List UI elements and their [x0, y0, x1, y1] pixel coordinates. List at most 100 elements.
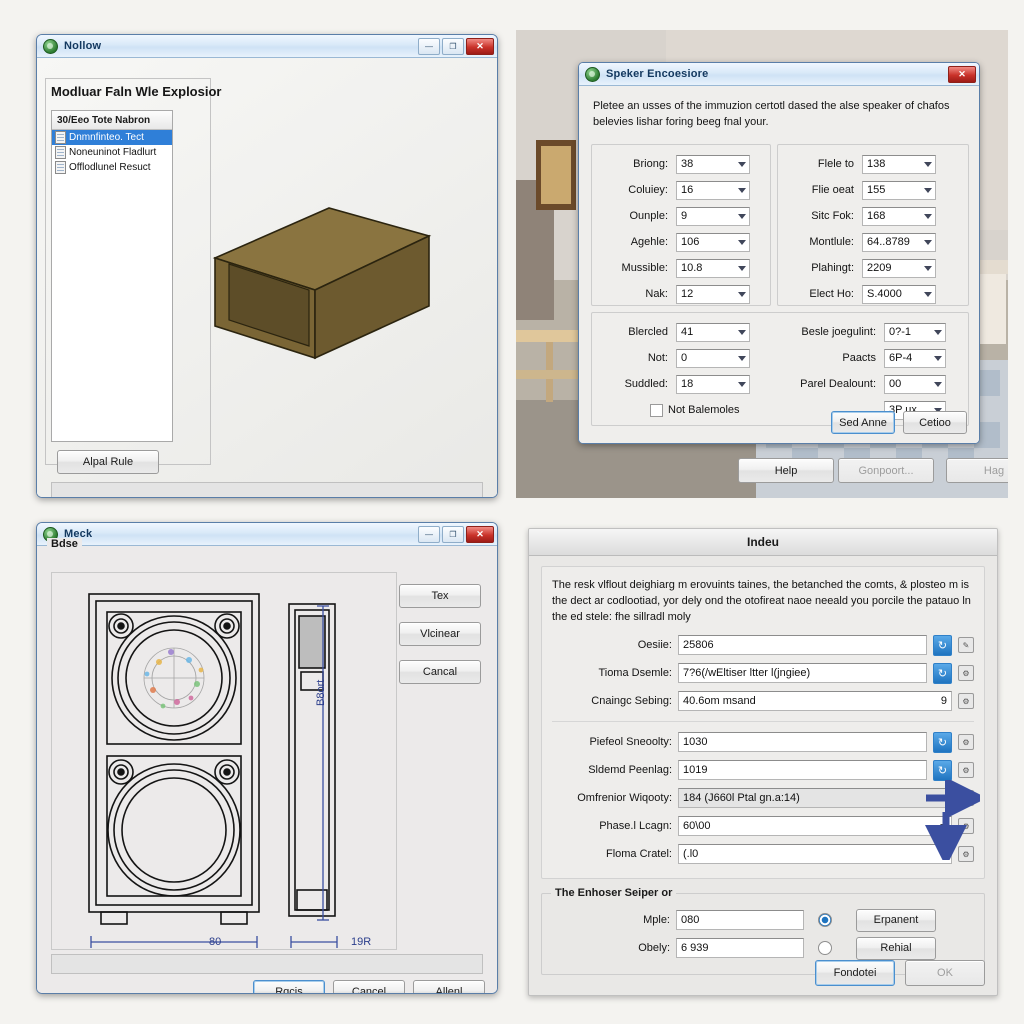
property-dropdown[interactable]: 184 (J660l Ptal gn.a:14) [678, 788, 952, 808]
cancel-side-button[interactable]: Cancal [399, 660, 481, 684]
refresh-icon[interactable]: ↻ [933, 634, 952, 656]
radio-label: Obely: [638, 942, 670, 954]
param-combo[interactable]: 9 [676, 206, 750, 226]
param-value: 0 [681, 352, 688, 364]
close-button[interactable]: ✕ [466, 525, 494, 543]
text-button[interactable]: Tex [399, 584, 481, 608]
property-input[interactable]: 25806 [678, 635, 927, 655]
refresh-icon[interactable]: ↻ [933, 731, 952, 753]
param-combo[interactable]: 12 [676, 284, 750, 304]
param-combo[interactable]: 00 [884, 374, 946, 394]
tool-icon[interactable]: ⚙ [958, 693, 974, 709]
param-label: Not: [647, 352, 668, 364]
param-combo[interactable]: 155 [862, 180, 936, 200]
param-combo[interactable]: 168 [862, 206, 936, 226]
param-value: 38 [681, 158, 694, 170]
list-item[interactable]: Noneuninot Fladlurt [52, 145, 172, 160]
param-label: Agehle: [630, 236, 668, 248]
help-button[interactable]: Help [738, 458, 834, 483]
param-value: 6P-4 [889, 352, 913, 364]
property-input[interactable]: 1030 [678, 732, 927, 752]
param-combo[interactable]: S.4000 [862, 284, 936, 304]
maximize-button[interactable]: ❐ [442, 37, 464, 55]
maximize-button[interactable]: ❐ [442, 525, 464, 543]
property-value: (.l0 [683, 848, 699, 860]
property-value: 184 (J660l Ptal gn.a:14) [683, 792, 800, 804]
radio-button[interactable] [818, 913, 832, 927]
radio-input[interactable]: 6 939 [676, 938, 804, 958]
minimize-button[interactable]: — [418, 525, 440, 543]
param-combo[interactable]: 138 [862, 154, 936, 174]
param-row: Not: 0 [594, 347, 772, 369]
view-button[interactable]: Vlcinear [399, 622, 481, 646]
param-combo[interactable]: 0 [676, 348, 750, 368]
param-label: Coluiey: [628, 184, 668, 196]
property-value: 25806 [683, 639, 714, 651]
group-enhancer-label: The Enhoser Seiper or [551, 887, 677, 899]
close-button[interactable]: ✕ [466, 37, 494, 55]
window-speaker-enclosure: Speker Encoesiore ✕ Pletee an usses of t… [578, 62, 980, 444]
param-combo[interactable]: 0?-1 [884, 322, 946, 342]
align-button[interactable]: Allenl [413, 980, 485, 993]
window-index-properties: Indeu The resk vlflout deighiarg m erovu… [528, 528, 998, 996]
param-row: Parel Dealount: 00 [772, 373, 962, 395]
close-button[interactable]: ✕ [948, 65, 976, 83]
expand-button[interactable]: Erpanent [856, 908, 936, 932]
property-row: Tioma Dsemle: 7?6(/wEltiser ltter l(jngi… [552, 661, 974, 685]
rebuild-button[interactable]: Rehial [856, 936, 936, 960]
property-input[interactable]: 40.6om msand 9 [678, 691, 952, 711]
property-label: Piefeol Sneoolty: [589, 736, 672, 748]
tool-icon[interactable]: ⚙ [958, 734, 974, 750]
param-combo[interactable]: 10.8 [676, 258, 750, 278]
panel4-description: The resk vlflout deighiarg m erovuints t… [552, 579, 971, 623]
checkbox[interactable] [650, 403, 663, 417]
refresh-icon[interactable]: ↻ [933, 662, 952, 684]
param-combo[interactable]: 64..8789 [862, 232, 936, 252]
navigation-arrows-icon[interactable] [920, 780, 980, 860]
document-icon [55, 146, 66, 159]
param-combo[interactable]: 41 [676, 322, 750, 342]
radio-input[interactable]: 080 [676, 910, 804, 930]
property-value: 60\00 [683, 820, 711, 832]
radio-button[interactable] [818, 941, 832, 955]
property-input[interactable]: (.l0 [678, 844, 952, 864]
cancel-button[interactable]: Cetioo [903, 411, 967, 434]
property-input[interactable]: 7?6(/wEltiser ltter l(jngiee) [678, 663, 927, 683]
property-input[interactable]: 1019 [678, 760, 927, 780]
chevron-down-icon [924, 266, 932, 271]
apply-rule-button[interactable]: Alpal Rule [57, 450, 159, 474]
page-icon[interactable]: ✎ [958, 637, 974, 653]
param-combo[interactable]: 38 [676, 154, 750, 174]
group-base-label: Bdse [47, 538, 82, 550]
param-combo[interactable]: 16 [676, 180, 750, 200]
update-button[interactable]: Fondotei [815, 960, 895, 986]
param-combo[interactable]: 6P-4 [884, 348, 946, 368]
property-label: Floma Cratel: [605, 848, 672, 860]
refresh-icon[interactable]: ↻ [933, 759, 952, 781]
apply-button[interactable]: Rqcis [253, 980, 325, 993]
cancel-button[interactable]: Cancel [333, 980, 405, 993]
tool-icon[interactable]: ⚙ [958, 665, 974, 681]
save-button[interactable]: Sed Anne [831, 411, 895, 434]
list-item[interactable]: Offlodlunel Resuct [52, 160, 172, 175]
list-item[interactable]: Dnmnfinteo. Tect [52, 130, 172, 145]
minimize-button[interactable]: — [418, 37, 440, 55]
panel1-heading: Modluar Faln Wle Explosior [51, 84, 222, 99]
tool-icon[interactable]: ⚙ [958, 762, 974, 778]
radio-row: Mple: 080 Erpanent [552, 908, 974, 932]
checkbox-row[interactable]: Not Balemoles [594, 399, 772, 421]
param-combo[interactable]: 18 [676, 374, 750, 394]
param-row: Blercled 41 [594, 321, 772, 343]
radio-label: Mple: [643, 914, 670, 926]
chevron-down-icon [738, 266, 746, 271]
dimension-lines [90, 605, 338, 948]
param-combo[interactable]: 2209 [862, 258, 936, 278]
param-combo[interactable]: 106 [676, 232, 750, 252]
property-dropdown[interactable]: 60\00 [678, 816, 952, 836]
chevron-down-icon [738, 382, 746, 387]
param-label: Montlule: [809, 236, 854, 248]
manage-button[interactable]: Hag [946, 458, 1008, 483]
file-list[interactable]: 30/Eeo Tote Nabron Dnmnfinteo. Tect None… [51, 110, 173, 442]
window-controls: — ❐ ✕ [418, 37, 494, 55]
param-row: Montlule: 64..8789 [780, 231, 962, 253]
